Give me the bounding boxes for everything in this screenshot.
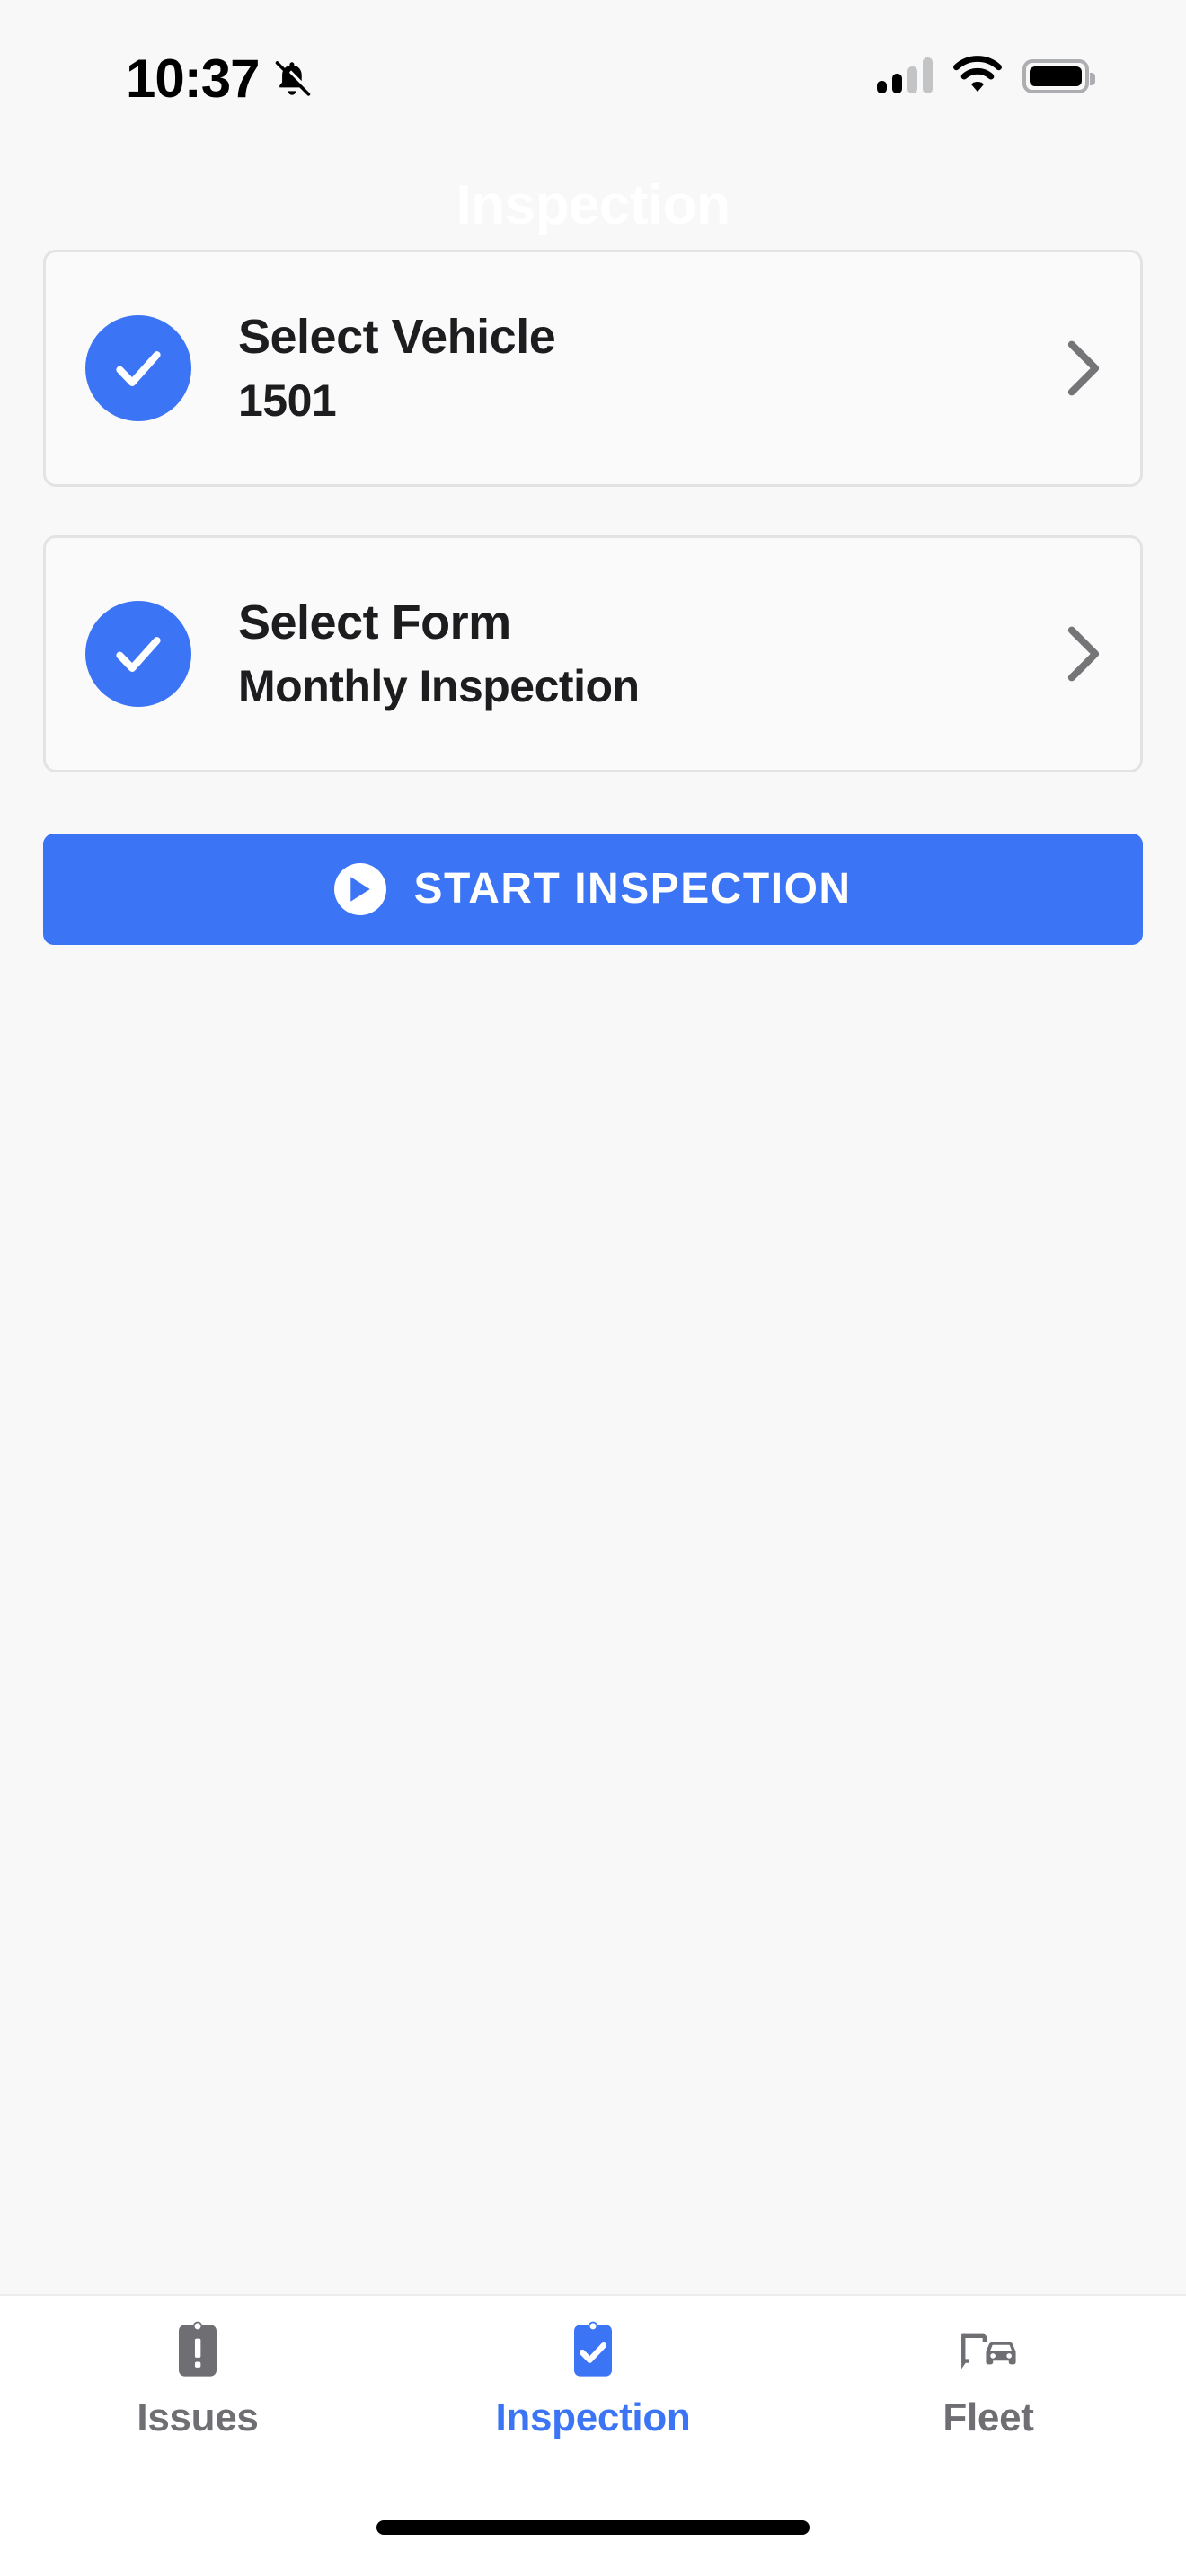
page-title: Inspection [456, 174, 730, 236]
start-inspection-button[interactable]: START INSPECTION [43, 834, 1143, 945]
tab-fleet-label: Fleet [943, 2395, 1034, 2439]
tab-issues[interactable]: Issues [0, 2319, 395, 2438]
select-vehicle-title: Select Vehicle [238, 310, 556, 365]
status-bar-left: 10:37 [126, 52, 313, 106]
bell-slash-icon [276, 61, 311, 96]
cellular-signal-icon [877, 57, 933, 93]
start-inspection-label: START INSPECTION [413, 865, 852, 913]
bottom-tab-bar: Issues Inspection Fleet [0, 2294, 1186, 2479]
select-vehicle-card[interactable]: Select Vehicle 1501 [43, 250, 1143, 487]
select-form-card[interactable]: Select Form Monthly Inspection [43, 535, 1143, 772]
phone-screen: 10:37 Inspection Select Vehicle 1501 Sel… [0, 0, 1186, 2576]
wifi-icon [953, 56, 1002, 93]
tab-inspection[interactable]: Inspection [395, 2319, 791, 2438]
chevron-right-icon[interactable] [1065, 339, 1102, 398]
main-content: Select Vehicle 1501 Select Form Monthly … [0, 250, 1186, 2294]
tab-issues-label: Issues [137, 2395, 259, 2439]
play-circle-icon [334, 863, 387, 915]
chevron-right-icon[interactable] [1065, 624, 1102, 684]
truck-car-icon [957, 2319, 1020, 2382]
tab-inspection-label: Inspection [495, 2395, 691, 2439]
check-circle-icon [85, 601, 191, 707]
status-bar-clock: 10:37 [126, 49, 260, 109]
select-form-title: Select Form [238, 595, 511, 650]
check-circle-icon [85, 315, 191, 421]
clipboard-check-icon [562, 2319, 624, 2382]
status-bar-right [877, 56, 1095, 93]
select-form-text: Select Form Monthly Inspection [191, 597, 1065, 710]
select-vehicle-text: Select Vehicle 1501 [191, 312, 1065, 424]
status-bar: 10:37 [0, 0, 1186, 162]
home-indicator-bar[interactable] [376, 2520, 810, 2535]
header: Inspection [0, 162, 1186, 250]
select-vehicle-value: 1501 [238, 375, 337, 427]
home-indicator-area [0, 2479, 1186, 2576]
battery-icon [1022, 59, 1095, 93]
select-form-value: Monthly Inspection [238, 661, 640, 712]
clipboard-alert-icon [166, 2319, 229, 2382]
tab-fleet[interactable]: Fleet [791, 2319, 1186, 2438]
